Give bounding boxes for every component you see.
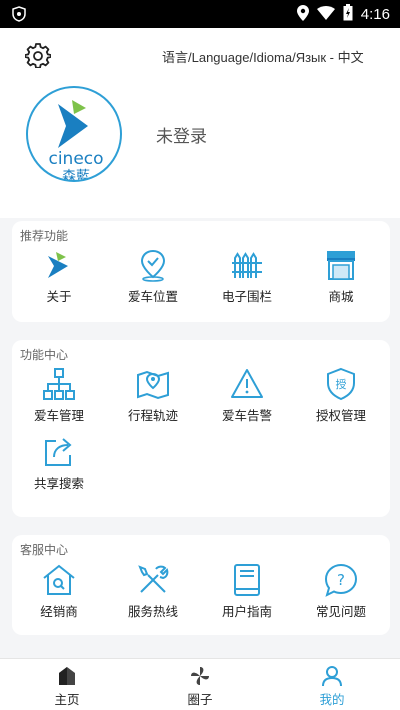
location-status-icon: [296, 4, 309, 25]
car-management-label: 爱车管理: [33, 408, 84, 423]
store-label: 商城: [328, 289, 354, 304]
geofence-label: 电子围栏: [221, 289, 272, 304]
status-bar: 4:16: [0, 0, 400, 28]
card-title: 功能中心: [20, 348, 69, 362]
map-route-icon: [137, 370, 169, 400]
authorization-label: 授权管理: [315, 408, 366, 423]
person-icon: [322, 666, 342, 687]
tab-circle[interactable]: 圈子: [165, 665, 235, 708]
tools-icon: [138, 565, 169, 593]
battery-icon: [343, 4, 353, 25]
wifi-icon: [316, 5, 335, 24]
faq-mark: ?: [337, 571, 345, 589]
car-location-label: 爱车位置: [127, 289, 178, 304]
fence-icon: [232, 252, 262, 278]
auth-badge-text: 授: [336, 377, 347, 391]
store-icon: [327, 251, 355, 280]
service-center-card: 客服中心 经销商 服务热线 用户指南 ? 常见问题: [12, 535, 390, 635]
car-alarm-label: 爱车告警: [221, 408, 272, 423]
user-guide-button[interactable]: 用户指南: [200, 563, 294, 620]
warning-icon: [231, 369, 263, 398]
tab-mine[interactable]: 我的: [297, 665, 367, 708]
trip-track-button[interactable]: 行程轨迹: [106, 367, 200, 424]
car-alarm-button[interactable]: 爱车告警: [200, 367, 294, 424]
avatar[interactable]: cineco 森藍: [26, 86, 122, 182]
guide-book-icon: [234, 564, 260, 596]
authorization-button[interactable]: 授 授权管理: [294, 367, 388, 424]
cineco-logo-icon: [48, 252, 68, 278]
dealer-label: 经销商: [40, 604, 78, 619]
location-pin-icon: [140, 249, 166, 282]
tab-home[interactable]: 主页: [32, 665, 102, 708]
bottom-tab-bar: 主页 圈子 我的: [0, 658, 400, 710]
dealer-house-icon: [43, 564, 75, 595]
car-management-button[interactable]: 爱车管理: [12, 367, 106, 424]
authorize-shield-icon: 授: [327, 367, 355, 401]
language-selector[interactable]: 语言/Language/Idioma/Язык - 中文: [162, 47, 364, 66]
about-button[interactable]: 关于: [12, 248, 106, 305]
store-button[interactable]: 商城: [294, 248, 388, 305]
dealer-button[interactable]: 经销商: [12, 563, 106, 620]
tab-label: 圈子: [187, 692, 213, 707]
service-hotline-label: 服务热线: [127, 604, 178, 619]
trip-track-label: 行程轨迹: [127, 408, 178, 423]
card-title: 推荐功能: [20, 229, 69, 243]
pinwheel-icon: [191, 667, 209, 685]
shield-status-icon: [12, 6, 26, 26]
geofence-button[interactable]: 电子围栏: [200, 248, 294, 305]
tab-label: 我的: [319, 692, 345, 707]
logo-text: cineco: [48, 149, 103, 169]
login-status[interactable]: 未登录: [156, 122, 207, 147]
card-title: 客服中心: [20, 543, 69, 557]
share-search-button[interactable]: 共享搜索: [12, 435, 106, 492]
profile-header: 语言/Language/Idioma/Язык - 中文 cineco 森藍 未…: [0, 28, 400, 218]
share-search-label: 共享搜索: [33, 476, 84, 491]
service-hotline-button[interactable]: 服务热线: [106, 563, 200, 620]
recommended-card: 推荐功能 关于 爱车位置 电子围栏 商城: [12, 221, 390, 322]
logo-subtext: 森藍: [62, 169, 90, 182]
faq-label: 常见问题: [315, 604, 366, 619]
hierarchy-icon: [43, 368, 75, 400]
home-icon: [59, 667, 75, 685]
tab-label: 主页: [54, 692, 80, 707]
settings-gear-icon[interactable]: [24, 42, 52, 69]
clock: 4:16: [360, 6, 390, 23]
share-icon: [45, 438, 72, 466]
faq-button[interactable]: ? 常见问题: [294, 563, 388, 620]
about-label: 关于: [46, 289, 72, 304]
user-guide-label: 用户指南: [221, 604, 272, 619]
function-center-card: 功能中心 爱车管理 行程轨迹 爱车告警 授 授权管理 共享搜索: [12, 340, 390, 517]
faq-icon: ?: [324, 563, 358, 597]
car-location-button[interactable]: 爱车位置: [106, 248, 200, 305]
